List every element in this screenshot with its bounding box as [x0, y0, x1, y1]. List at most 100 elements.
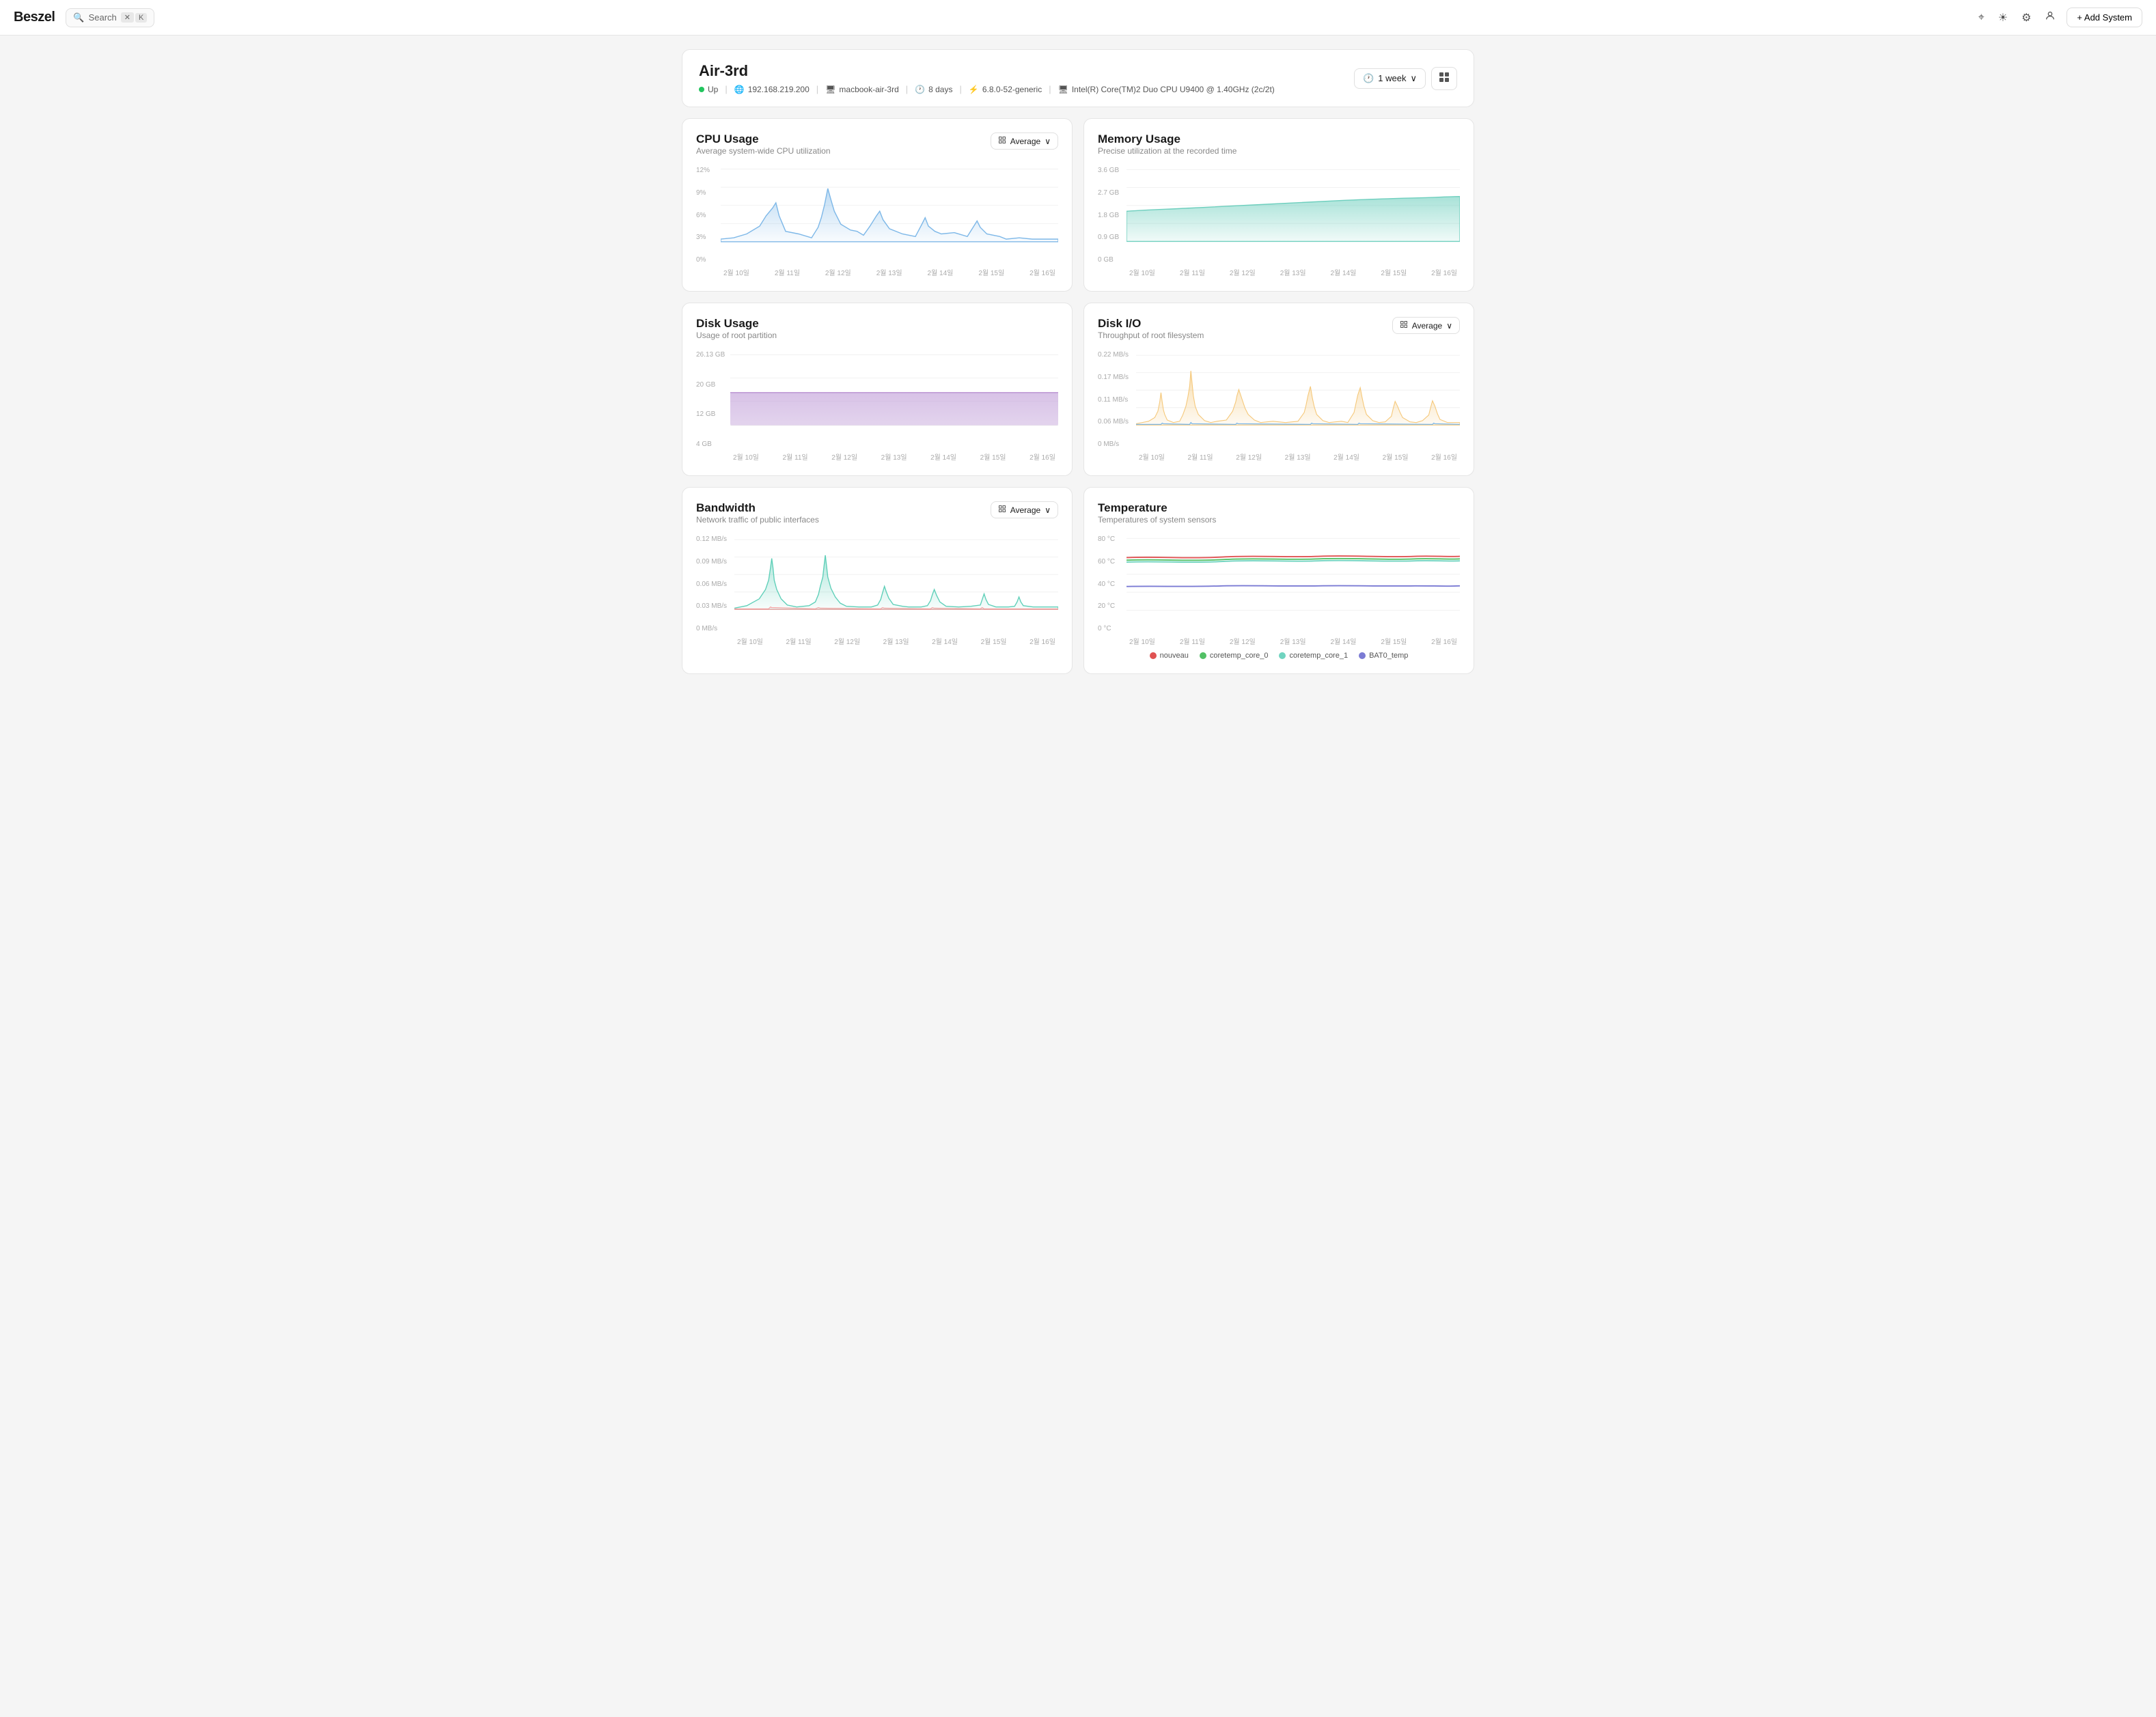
- cpu-icon: 🖥: [1058, 85, 1068, 94]
- bandwidth-chart-header: Bandwidth Network traffic of public inte…: [696, 501, 1058, 533]
- cpu-chart-title: CPU Usage: [696, 132, 831, 146]
- theme-button[interactable]: ☀: [1995, 8, 2010, 27]
- bat0-dot: [1359, 652, 1366, 659]
- temperature-x-labels: 2월 10일 2월 11일 2월 12일 2월 13일 2월 14일 2월 15…: [1127, 636, 1460, 646]
- globe-icon: 🌐: [734, 85, 745, 94]
- disk-io-chart-subtitle: Throughput of root filesystem: [1098, 331, 1204, 340]
- legend-coretemp-0: coretemp_core_0: [1200, 652, 1269, 660]
- memory-x-labels: 2월 10일 2월 11일 2월 12일 2월 13일 2월 14일 2월 15…: [1127, 267, 1460, 277]
- disk-usage-y-labels: 26.13 GB 20 GB 12 GB 4 GB: [696, 351, 726, 462]
- time-icon: 🕐: [1363, 73, 1374, 84]
- gear-icon: ⚙: [2021, 11, 2031, 25]
- temperature-y-labels: 80 °C 60 °C 40 °C 20 °C 0 °C: [1098, 535, 1122, 646]
- system-name: Air-3rd: [699, 62, 1275, 80]
- temperature-svg-area: 2월 10일 2월 11일 2월 12일 2월 13일 2월 14일 2월 15…: [1127, 535, 1460, 646]
- user-button[interactable]: [2042, 8, 2058, 27]
- bandwidth-chart-subtitle: Network traffic of public interfaces: [696, 515, 819, 525]
- temperature-chart-header: Temperature Temperatures of system senso…: [1098, 501, 1460, 533]
- coretemp0-label: coretemp_core_0: [1210, 652, 1269, 660]
- disk-usage-svg-area: 2월 10일 2월 11일 2월 12일 2월 13일 2월 14일 2월 15…: [730, 351, 1058, 462]
- disk-usage-card: Disk Usage Usage of root partition 26.13…: [682, 303, 1073, 476]
- bandwidth-selector[interactable]: Average ∨: [991, 501, 1058, 518]
- temperature-card: Temperature Temperatures of system senso…: [1083, 487, 1474, 674]
- memory-chart-title: Memory Usage: [1098, 132, 1236, 146]
- legend-nouveau: nouveau: [1150, 652, 1189, 660]
- system-uptime: 🕐 8 days: [915, 85, 952, 94]
- legend-bat0: BAT0_temp: [1359, 652, 1408, 660]
- search-bar[interactable]: 🔍 Search ✕ K: [66, 8, 154, 27]
- add-system-button[interactable]: + Add System: [2067, 8, 2142, 27]
- memory-chart-svg: [1127, 167, 1460, 262]
- cpu-y-labels: 12% 9% 6% 3% 0%: [696, 167, 717, 277]
- cpu-selector-label: Average: [1010, 137, 1040, 146]
- disk-usage-chart-title: Disk Usage: [696, 317, 777, 331]
- memory-chart-header: Memory Usage Precise utilization at the …: [1098, 132, 1460, 164]
- bandwidth-selector-label: Average: [1010, 505, 1040, 515]
- temperature-title-area: Temperature Temperatures of system senso…: [1098, 501, 1216, 533]
- bandwidth-title-area: Bandwidth Network traffic of public inte…: [696, 501, 819, 533]
- system-status: Up: [699, 85, 718, 94]
- clock-icon: 🕐: [915, 85, 925, 94]
- bandwidth-chart-title: Bandwidth: [696, 501, 819, 515]
- nouveau-dot: [1150, 652, 1157, 659]
- bandwidth-card: Bandwidth Network traffic of public inte…: [682, 487, 1073, 674]
- bandwidth-svg-area: 2월 10일 2월 11일 2월 12일 2월 13일 2월 14일 2월 15…: [734, 535, 1058, 646]
- chevron-down-icon: ∨: [1410, 73, 1417, 84]
- settings-button[interactable]: ⚙: [2019, 8, 2034, 27]
- disk-usage-chart-subtitle: Usage of root partition: [696, 331, 777, 340]
- translate-button[interactable]: ⌖: [1976, 9, 1987, 27]
- kernel-icon: ⚡: [969, 85, 979, 94]
- disk-io-selector[interactable]: Average ∨: [1392, 317, 1460, 334]
- bandwidth-x-labels: 2월 10일 2월 11일 2월 12일 2월 13일 2월 14일 2월 15…: [734, 636, 1058, 646]
- memory-title-area: Memory Usage Precise utilization at the …: [1098, 132, 1236, 164]
- coretemp1-dot: [1279, 652, 1286, 659]
- system-kernel: ⚡ 6.8.0-52-generic: [969, 85, 1042, 94]
- uptime-value: 8 days: [928, 85, 952, 94]
- header-right: ⌖ ☀ ⚙ + Add System: [1976, 8, 2142, 27]
- memory-usage-card: Memory Usage Precise utilization at the …: [1083, 118, 1474, 292]
- cpu-selector[interactable]: Average ∨: [991, 132, 1058, 150]
- system-header-card: Air-3rd Up | 🌐 192.168.219.200 | 🖥 macbo…: [682, 49, 1474, 107]
- system-info: Air-3rd Up | 🌐 192.168.219.200 | 🖥 macbo…: [699, 62, 1275, 94]
- header-left: Beszel 🔍 Search ✕ K: [14, 8, 154, 27]
- main-content: Air-3rd Up | 🌐 192.168.219.200 | 🖥 macbo…: [668, 36, 1488, 688]
- system-hostname: 🖥 macbook-air-3rd: [825, 85, 899, 94]
- shortcut-x: ✕: [121, 12, 134, 23]
- disk-io-chevron-icon: ∨: [1446, 321, 1452, 331]
- cpu-chevron-icon: ∨: [1045, 137, 1051, 146]
- cpu-chart-header: CPU Usage Average system-wide CPU utiliz…: [696, 132, 1058, 164]
- bandwidth-chart-area: 0.12 MB/s 0.09 MB/s 0.06 MB/s 0.03 MB/s …: [696, 535, 1058, 646]
- status-label: Up: [708, 85, 718, 94]
- nouveau-label: nouveau: [1160, 652, 1189, 660]
- charts-grid: CPU Usage Average system-wide CPU utiliz…: [682, 118, 1474, 674]
- cpu-chart-svg: [721, 167, 1058, 262]
- sep2: |: [816, 84, 818, 94]
- bandwidth-chart-svg: [734, 535, 1058, 631]
- disk-io-chart-area: 0.22 MB/s 0.17 MB/s 0.11 MB/s 0.06 MB/s …: [1098, 351, 1460, 462]
- disk-io-title-area: Disk I/O Throughput of root filesystem: [1098, 317, 1204, 348]
- disk-usage-chart-svg: [730, 351, 1058, 447]
- cpu-x-labels: 2월 10일 2월 11일 2월 12일 2월 13일 2월 14일 2월 15…: [721, 267, 1058, 277]
- sun-icon: ☀: [1998, 11, 2008, 25]
- bandwidth-y-labels: 0.12 MB/s 0.09 MB/s 0.06 MB/s 0.03 MB/s …: [696, 535, 730, 646]
- system-meta: Up | 🌐 192.168.219.200 | 🖥 macbook-air-3…: [699, 84, 1275, 94]
- disk-io-chart-header: Disk I/O Throughput of root filesystem A…: [1098, 317, 1460, 348]
- disk-usage-x-labels: 2월 10일 2월 11일 2월 12일 2월 13일 2월 14일 2월 15…: [730, 451, 1058, 462]
- time-selector[interactable]: 🕐 1 week ∨: [1354, 68, 1426, 89]
- system-cpu: 🖥 Intel(R) Core(TM)2 Duo CPU U9400 @ 1.4…: [1058, 85, 1275, 94]
- hostname-value: macbook-air-3rd: [839, 85, 898, 94]
- status-dot: [699, 87, 704, 92]
- cpu-value: Intel(R) Core(TM)2 Duo CPU U9400 @ 1.40G…: [1072, 85, 1275, 94]
- temperature-chart-title: Temperature: [1098, 501, 1216, 515]
- header: Beszel 🔍 Search ✕ K ⌖ ☀ ⚙ + Add Syst: [0, 0, 2156, 36]
- temperature-chart-area: 80 °C 60 °C 40 °C 20 °C 0 °C: [1098, 535, 1460, 646]
- monitor-icon: 🖥: [825, 85, 835, 94]
- disk-usage-title-area: Disk Usage Usage of root partition: [696, 317, 777, 348]
- memory-y-labels: 3.6 GB 2.7 GB 1.8 GB 0.9 GB 0 GB: [1098, 167, 1122, 277]
- search-label: Search: [89, 12, 117, 23]
- ip-value: 192.168.219.200: [748, 85, 810, 94]
- grid-view-button[interactable]: [1431, 67, 1457, 90]
- coretemp0-dot: [1200, 652, 1206, 659]
- coretemp1-label: coretemp_core_1: [1289, 652, 1348, 660]
- cpu-usage-card: CPU Usage Average system-wide CPU utiliz…: [682, 118, 1073, 292]
